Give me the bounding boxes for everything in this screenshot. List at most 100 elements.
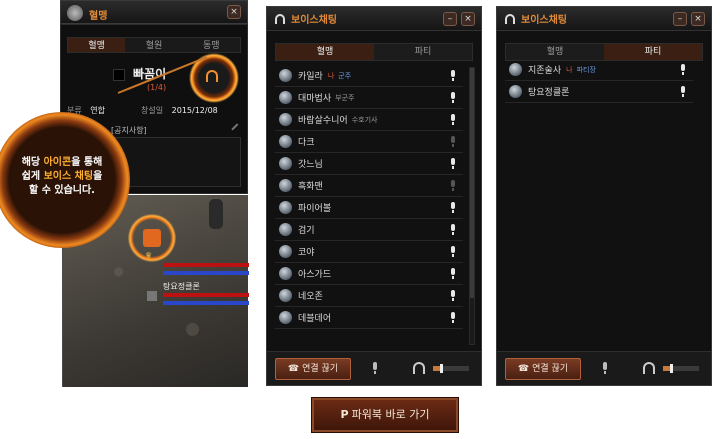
callout-bubble: 해당 아이콘을 통해 쉽게 보이스 채팅을 할 수 있습니다. bbox=[0, 112, 130, 248]
member-row[interactable]: 파이어볼 bbox=[275, 197, 463, 219]
tab-members[interactable]: 혈원 bbox=[125, 38, 182, 52]
member-row[interactable]: 갓느님 bbox=[275, 153, 463, 175]
tab-party[interactable]: 파티 bbox=[604, 44, 702, 60]
mic-icon[interactable] bbox=[449, 224, 457, 235]
voice-controls: ☎ 연결 끊기 bbox=[497, 351, 711, 385]
mic-icon[interactable] bbox=[449, 114, 457, 125]
volume-fill bbox=[663, 366, 671, 371]
in-game-voice-highlight[interactable] bbox=[126, 212, 178, 264]
tab-guild[interactable]: 혈맹 bbox=[506, 44, 604, 60]
screenshot-stage: 혈맹 × 혈맹 혈원 동맹 빠꼼이 (1/4) 분류 연합 창설일 2015/1… bbox=[0, 0, 720, 439]
member-row[interactable]: 지존술사 나 파티장 bbox=[505, 59, 693, 81]
minimize-button[interactable]: – bbox=[443, 12, 457, 26]
party-bar-hp bbox=[163, 263, 249, 267]
voice-controls: ☎ 연결 끊기 bbox=[267, 351, 481, 385]
member-row[interactable]: 아스가드 bbox=[275, 263, 463, 285]
mic-icon[interactable] bbox=[449, 158, 457, 169]
avatar-icon bbox=[279, 245, 292, 258]
tab-guild[interactable]: 혈맹 bbox=[68, 38, 126, 52]
volume-knob[interactable] bbox=[670, 364, 674, 373]
powerbook-icon: P bbox=[340, 408, 349, 421]
party-bar-mp-2 bbox=[163, 301, 249, 305]
party-bar-hp-2 bbox=[163, 293, 249, 297]
powerbook-button[interactable]: P 파워북 바로 가기 bbox=[312, 398, 458, 432]
member-name: 아스가드 bbox=[298, 270, 332, 280]
member-name: 바람살수니어 bbox=[298, 116, 348, 126]
mic-toggle-icon[interactable] bbox=[371, 362, 379, 374]
tab-guild[interactable]: 혈맹 bbox=[276, 44, 374, 60]
type-value: 연합 bbox=[90, 106, 106, 115]
mic-icon[interactable] bbox=[679, 86, 687, 97]
mic-icon[interactable] bbox=[679, 64, 687, 75]
member-count: (1/4) bbox=[147, 83, 167, 92]
scroll-thumb[interactable] bbox=[470, 68, 474, 298]
avatar-icon bbox=[279, 311, 292, 324]
edit-icon[interactable] bbox=[231, 123, 243, 135]
close-button[interactable]: × bbox=[227, 5, 241, 19]
avatar-icon bbox=[509, 85, 522, 98]
guild-window-titlebar: 혈맹 × bbox=[60, 0, 248, 24]
disconnect-button[interactable]: ☎ 연결 끊기 bbox=[505, 358, 581, 380]
volume-knob[interactable] bbox=[440, 364, 444, 373]
member-name: 파이어볼 bbox=[298, 204, 332, 214]
mic-off-icon[interactable] bbox=[449, 136, 457, 147]
mic-icon[interactable] bbox=[449, 268, 457, 279]
member-row[interactable]: 바람살수니어 수호기사 bbox=[275, 109, 463, 131]
mic-icon[interactable] bbox=[449, 70, 457, 81]
mic-icon[interactable] bbox=[449, 246, 457, 257]
member-role: 군주 bbox=[338, 71, 352, 80]
mic-icon[interactable] bbox=[449, 92, 457, 103]
member-row[interactable]: 코야 bbox=[275, 241, 463, 263]
scrollbar[interactable] bbox=[469, 67, 475, 345]
close-button[interactable]: × bbox=[461, 12, 475, 26]
avatar-icon bbox=[279, 179, 292, 192]
voice-chat-window-guild: 보이스채팅 – × 혈맹 파티 카일라 나 군주 대마법사 부군주 바람살수니어 수호기사 다… bbox=[266, 6, 482, 386]
close-button[interactable]: × bbox=[691, 12, 705, 26]
headset-button[interactable] bbox=[143, 229, 161, 247]
party-member-2-label: 탕요정클론 bbox=[163, 282, 200, 291]
member-name: 데블데어 bbox=[298, 314, 332, 324]
guild-emblem bbox=[113, 69, 125, 81]
tab-party[interactable]: 파티 bbox=[374, 44, 472, 60]
member-name: 지존술사 bbox=[528, 66, 562, 76]
guild-tabs: 혈맹 혈원 동맹 bbox=[67, 37, 241, 53]
mic-icon[interactable] bbox=[449, 312, 457, 323]
volume-slider[interactable] bbox=[433, 364, 469, 373]
member-name: 검기 bbox=[298, 226, 315, 236]
headset-icon bbox=[206, 70, 218, 82]
party-bar-mp bbox=[163, 271, 249, 275]
mic-toggle-icon[interactable] bbox=[601, 362, 609, 374]
headset-toggle-icon[interactable] bbox=[413, 362, 425, 374]
window-title: 보이스채팅 bbox=[291, 15, 337, 26]
member-row[interactable]: 흑화맨 bbox=[275, 175, 463, 197]
me-tag: 나 bbox=[566, 65, 573, 74]
member-row[interactable]: 대마법사 부군주 bbox=[275, 87, 463, 109]
mic-icon[interactable] bbox=[449, 290, 457, 301]
titlebar: 보이스채팅 – × bbox=[497, 7, 711, 31]
member-row[interactable]: 네오존 bbox=[275, 285, 463, 307]
avatar-icon bbox=[279, 157, 292, 170]
member-row[interactable]: 다크 bbox=[275, 131, 463, 153]
avatar-icon bbox=[279, 91, 292, 104]
founded-row: 창설일 2015/12/08 bbox=[141, 105, 218, 116]
callout-line2-c: 을 bbox=[93, 171, 103, 182]
tab-alliance[interactable]: 동맹 bbox=[183, 38, 240, 52]
player-character bbox=[209, 199, 223, 229]
disconnect-button[interactable]: ☎ 연결 끊기 bbox=[275, 358, 351, 380]
mic-icon[interactable] bbox=[449, 202, 457, 213]
member-name: 흑화맨 bbox=[298, 182, 323, 192]
headset-toggle-icon[interactable] bbox=[643, 362, 655, 374]
member-row[interactable]: 탕요정클론 bbox=[505, 81, 693, 103]
avatar-icon bbox=[279, 113, 292, 126]
avatar-icon bbox=[509, 63, 522, 76]
mic-off-icon[interactable] bbox=[449, 180, 457, 191]
callout-line1-c: 을 통해 bbox=[71, 157, 103, 168]
guild-crest-icon bbox=[67, 5, 83, 21]
volume-slider[interactable] bbox=[663, 364, 699, 373]
member-row[interactable]: 카일라 나 군주 bbox=[275, 65, 463, 87]
member-row[interactable]: 데블데어 bbox=[275, 307, 463, 329]
member-row[interactable]: 검기 bbox=[275, 219, 463, 241]
avatar-icon bbox=[279, 223, 292, 236]
callout-line1-a: 해당 bbox=[21, 157, 44, 168]
minimize-button[interactable]: – bbox=[673, 12, 687, 26]
